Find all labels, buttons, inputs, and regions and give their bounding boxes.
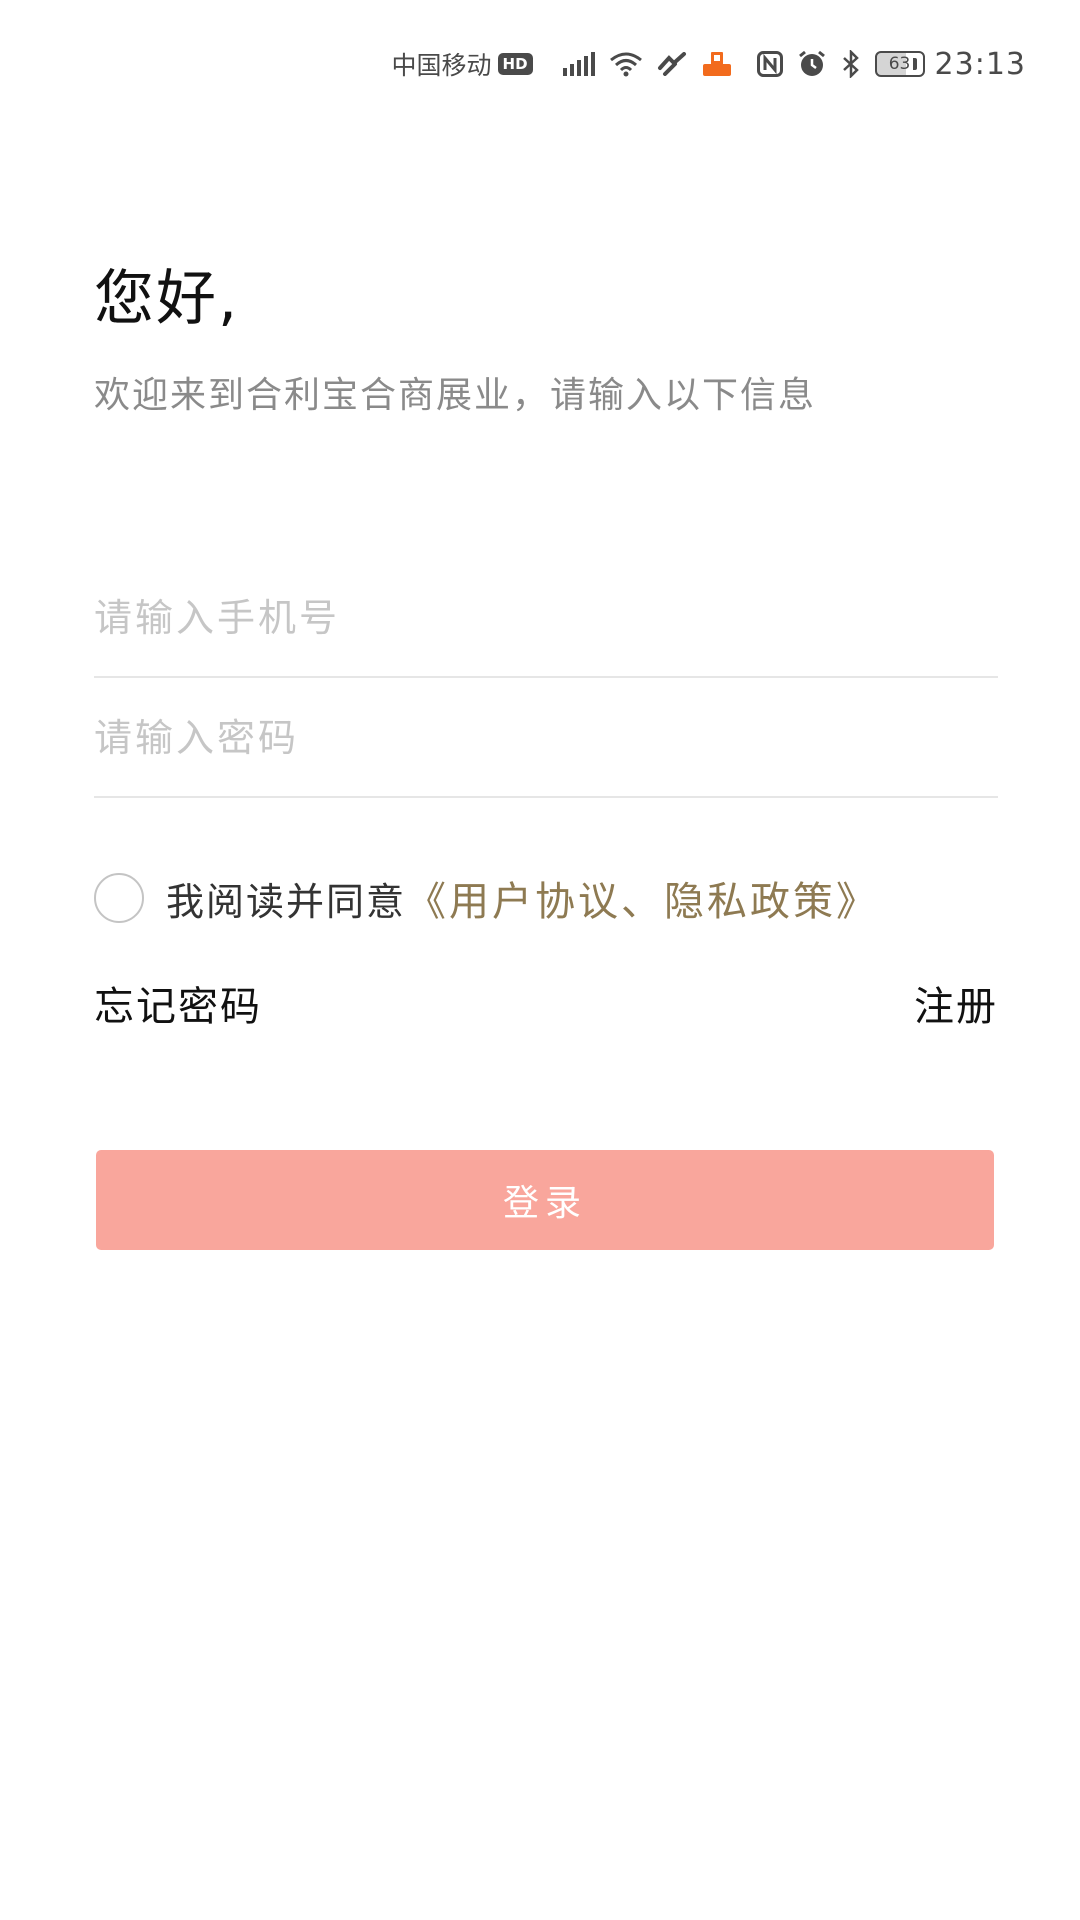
password-input[interactable] [94, 680, 998, 796]
hd-badge: HD [497, 53, 533, 75]
welcome-subtitle: 欢迎来到合利宝合商展业，请输入以下信息 [94, 375, 817, 416]
agreement-checkbox[interactable] [94, 873, 144, 923]
bluetooth-icon [841, 50, 861, 78]
link-icon [657, 52, 687, 76]
account-links: 忘记密码 注册 [94, 974, 998, 1032]
page-title: 您好, [94, 264, 240, 334]
agreement-text: 我阅读并同意 [166, 879, 407, 924]
phone-field [94, 560, 998, 678]
battery-level: 63 [874, 51, 925, 77]
alarm-icon [797, 50, 827, 78]
carrier-info: 中国移动 HD [392, 46, 533, 82]
wifi-icon [609, 51, 643, 77]
agreement-link[interactable]: 《用户协议、隐私政策》 [406, 869, 879, 927]
carrier-name: 中国移动 [391, 51, 492, 80]
phone-input[interactable] [94, 560, 998, 676]
register-link[interactable]: 注册 [914, 974, 998, 1032]
signal-icon [562, 52, 595, 76]
agreement-row: 我阅读并同意 《用户协议、隐私政策》 [94, 868, 879, 928]
nfc-icon [756, 51, 783, 77]
forgot-password-link[interactable]: 忘记密码 [94, 974, 262, 1032]
login-button[interactable]: 登录 [96, 1150, 994, 1250]
app-notification-icon [701, 50, 733, 78]
status-time: 23:13 [934, 46, 1026, 82]
password-field [94, 680, 998, 798]
battery-icon: 63 [874, 51, 925, 77]
status-bar: 中国移动 HD 63 23:13 [392, 38, 1027, 90]
